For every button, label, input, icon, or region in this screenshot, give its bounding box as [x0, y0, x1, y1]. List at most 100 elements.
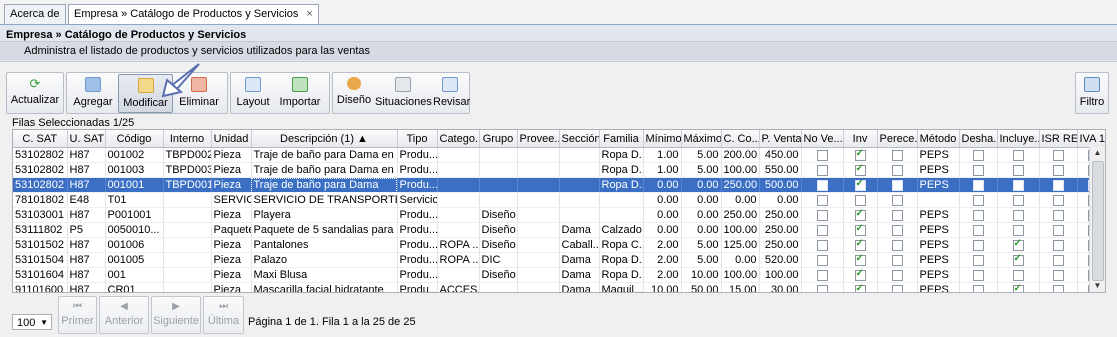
table-row[interactable]: 53102802 H87 001002 TBPD002 Pieza Traje de ba… — [13, 147, 1105, 163]
situaciones-button[interactable]: Situaciones — [375, 74, 432, 111]
checkbox-unchecked[interactable] — [972, 194, 984, 206]
checkbox-unchecked[interactable] — [1012, 179, 1024, 191]
column-header[interactable]: Grupo — [479, 130, 518, 148]
checkbox-unchecked[interactable] — [854, 194, 866, 206]
checkbox-unchecked[interactable] — [1052, 149, 1064, 161]
table-row[interactable]: 91101600 H87 CR01 Pieza Mascarilla facial hi… — [13, 282, 1105, 292]
column-header[interactable]: Inv — [843, 130, 878, 148]
checkbox-unchecked[interactable] — [891, 224, 903, 236]
column-header[interactable]: Catego... — [437, 130, 480, 148]
table-row[interactable]: 53101604 H87 001 Pieza Maxi Blusa Produ... Dis… — [13, 267, 1105, 283]
vertical-scrollbar[interactable]: ▲ ▼ — [1089, 147, 1105, 292]
checkbox-unchecked[interactable] — [972, 254, 984, 266]
column-header[interactable]: Método — [917, 130, 960, 148]
checkbox-unchecked[interactable] — [1012, 149, 1024, 161]
checkbox-unchecked[interactable] — [816, 149, 828, 161]
checkbox-unchecked[interactable] — [972, 209, 984, 221]
checkbox-unchecked[interactable] — [1012, 209, 1024, 221]
checkbox-unchecked[interactable] — [1012, 164, 1024, 176]
tab-catalogo[interactable]: Empresa » Catálogo de Productos y Servic… — [68, 4, 319, 24]
table-row[interactable]: 53102802 H87 001003 TBPD003 Pieza Traje de ba… — [13, 162, 1105, 178]
next-page-button[interactable]: ▶ Siguiente — [151, 296, 201, 334]
diseno-button[interactable]: Diseño — [336, 74, 372, 111]
table-row[interactable]: 53102802 H87 001001 TBPD001 Pieza Traje de ba… — [13, 177, 1105, 193]
checkbox-checked[interactable] — [854, 148, 866, 161]
checkbox-unchecked[interactable] — [891, 209, 903, 221]
checkbox-unchecked[interactable] — [1052, 254, 1064, 266]
checkbox-checked[interactable] — [854, 163, 866, 176]
table-row[interactable]: 53101502 H87 001006 Pieza Pantalones Produ...… — [13, 237, 1105, 253]
column-header[interactable]: Código — [105, 130, 164, 148]
checkbox-unchecked[interactable] — [972, 224, 984, 236]
checkbox-unchecked[interactable] — [816, 224, 828, 236]
filtro-button[interactable]: Filtro — [1076, 74, 1108, 111]
checkbox-unchecked[interactable] — [816, 209, 828, 221]
checkbox-unchecked[interactable] — [891, 254, 903, 266]
table-row[interactable]: 53101504 H87 001005 Pieza Palazo Produ... ROPA… — [13, 252, 1105, 268]
agregar-button[interactable]: Agregar — [70, 74, 116, 111]
checkbox-unchecked[interactable] — [972, 239, 984, 251]
checkbox-checked[interactable] — [1012, 238, 1024, 251]
first-page-button[interactable]: ⏮ Primer — [58, 296, 97, 334]
table-row[interactable]: 53103001 H87 P001001 Pieza Playera Produ... Di… — [13, 207, 1105, 223]
column-header[interactable]: Unidad — [211, 130, 252, 148]
checkbox-unchecked[interactable] — [972, 149, 984, 161]
checkbox-unchecked[interactable] — [891, 269, 903, 281]
revisar-button[interactable]: Revisar — [433, 74, 470, 111]
importar-button[interactable]: Importar — [275, 74, 325, 111]
checkbox-unchecked[interactable] — [891, 194, 903, 206]
checkbox-checked[interactable] — [854, 223, 866, 236]
checkbox-checked[interactable] — [854, 268, 866, 281]
column-header[interactable]: Interno — [163, 130, 212, 148]
checkbox-checked[interactable] — [1012, 283, 1024, 292]
checkbox-unchecked[interactable] — [891, 284, 903, 292]
checkbox-unchecked[interactable] — [1012, 269, 1024, 281]
checkbox-unchecked[interactable] — [1052, 269, 1064, 281]
column-header[interactable]: Descripción (1) ▲ — [251, 130, 398, 148]
column-header[interactable]: No Ve... — [801, 130, 844, 148]
checkbox-unchecked[interactable] — [1012, 224, 1024, 236]
checkbox-unchecked[interactable] — [1052, 164, 1064, 176]
column-header[interactable]: P. Venta — [759, 130, 802, 148]
column-header[interactable]: Tipo — [397, 130, 438, 148]
column-header[interactable]: IVA 16 — [1077, 130, 1105, 148]
scroll-down-icon[interactable]: ▼ — [1090, 280, 1105, 292]
checkbox-unchecked[interactable] — [972, 269, 984, 281]
checkbox-checked[interactable] — [1012, 253, 1024, 266]
checkbox-checked[interactable] — [854, 253, 866, 266]
tab-acerca-de[interactable]: Acerca de — [4, 4, 66, 24]
checkbox-unchecked[interactable] — [816, 194, 828, 206]
column-header[interactable]: Sección — [559, 130, 600, 148]
checkbox-unchecked[interactable] — [1052, 179, 1064, 191]
checkbox-unchecked[interactable] — [891, 149, 903, 161]
checkbox-unchecked[interactable] — [1052, 224, 1064, 236]
layout-button[interactable]: Layout — [234, 74, 272, 111]
close-icon[interactable]: × — [306, 8, 312, 20]
column-header[interactable]: Provee... — [517, 130, 560, 148]
actualizar-button[interactable]: ⟳ Actualizar — [9, 74, 61, 111]
checkbox-unchecked[interactable] — [816, 269, 828, 281]
checkbox-unchecked[interactable] — [1052, 284, 1064, 292]
column-header[interactable]: Mínimo — [643, 130, 682, 148]
checkbox-checked[interactable] — [854, 178, 866, 191]
table-row[interactable]: 78101802E48T01 SERVICIOSERVICIO DE TRANSP… — [13, 192, 1105, 208]
checkbox-unchecked[interactable] — [891, 239, 903, 251]
checkbox-unchecked[interactable] — [891, 179, 903, 191]
checkbox-unchecked[interactable] — [1012, 194, 1024, 206]
scroll-up-icon[interactable]: ▲ — [1090, 147, 1105, 159]
products-grid[interactable]: C. SAT U. SAT Código Interno Unidad Descripci… — [12, 129, 1106, 293]
last-page-button[interactable]: ⏭ Última — [203, 296, 244, 334]
checkbox-checked[interactable] — [854, 283, 866, 292]
checkbox-unchecked[interactable] — [972, 164, 984, 176]
column-header[interactable]: ISR RET — [1039, 130, 1078, 148]
checkbox-unchecked[interactable] — [816, 254, 828, 266]
scroll-thumb[interactable] — [1092, 161, 1104, 281]
column-header[interactable]: Perece... — [877, 130, 918, 148]
column-header[interactable]: Familia — [599, 130, 644, 148]
column-header[interactable]: C. Co... — [721, 130, 760, 148]
checkbox-unchecked[interactable] — [1052, 209, 1064, 221]
checkbox-unchecked[interactable] — [816, 164, 828, 176]
checkbox-unchecked[interactable] — [972, 284, 984, 292]
table-row[interactable]: 53111802 P5 0050010... Paquete Paquete de 5 … — [13, 222, 1105, 238]
checkbox-unchecked[interactable] — [1052, 239, 1064, 251]
